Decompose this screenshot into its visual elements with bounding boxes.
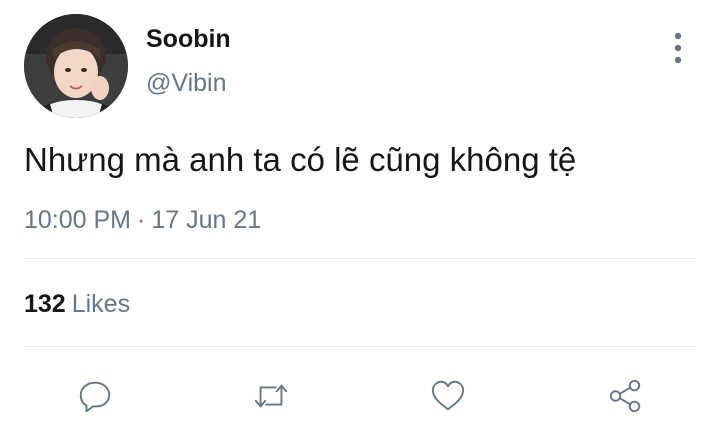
share-icon (609, 379, 641, 413)
tweet-card: Soobin @Vibin Nhưng mà anh ta có lẽ cũng… (0, 0, 720, 443)
retweet-icon (254, 384, 288, 408)
like-button[interactable] (426, 374, 470, 418)
user-handle[interactable]: @Vibin (146, 68, 227, 98)
share-button[interactable] (603, 374, 647, 418)
avatar-image (24, 14, 128, 118)
tweet-date: 17 Jun 21 (151, 206, 262, 234)
reply-icon (79, 381, 111, 413)
divider (24, 346, 696, 347)
more-options-button[interactable] (660, 28, 696, 68)
likes-stat[interactable]: 132 Likes (24, 288, 130, 320)
meta-separator: · (137, 206, 146, 234)
reply-button[interactable] (73, 374, 117, 418)
more-vertical-icon (674, 32, 682, 64)
likes-count: 132 (24, 290, 66, 318)
display-name[interactable]: Soobin (146, 24, 231, 54)
avatar[interactable] (24, 14, 128, 118)
tweet-time: 10:00 PM (24, 206, 132, 234)
heart-icon (431, 380, 465, 411)
tweet-text: Nhưng mà anh ta có lẽ cũng không tệ (24, 141, 577, 178)
retweet-button[interactable] (249, 374, 293, 418)
tweet-timestamp[interactable]: 10:00 PM · 17 Jun 21 (24, 204, 261, 236)
likes-label: Likes (71, 290, 131, 318)
divider (24, 258, 696, 259)
